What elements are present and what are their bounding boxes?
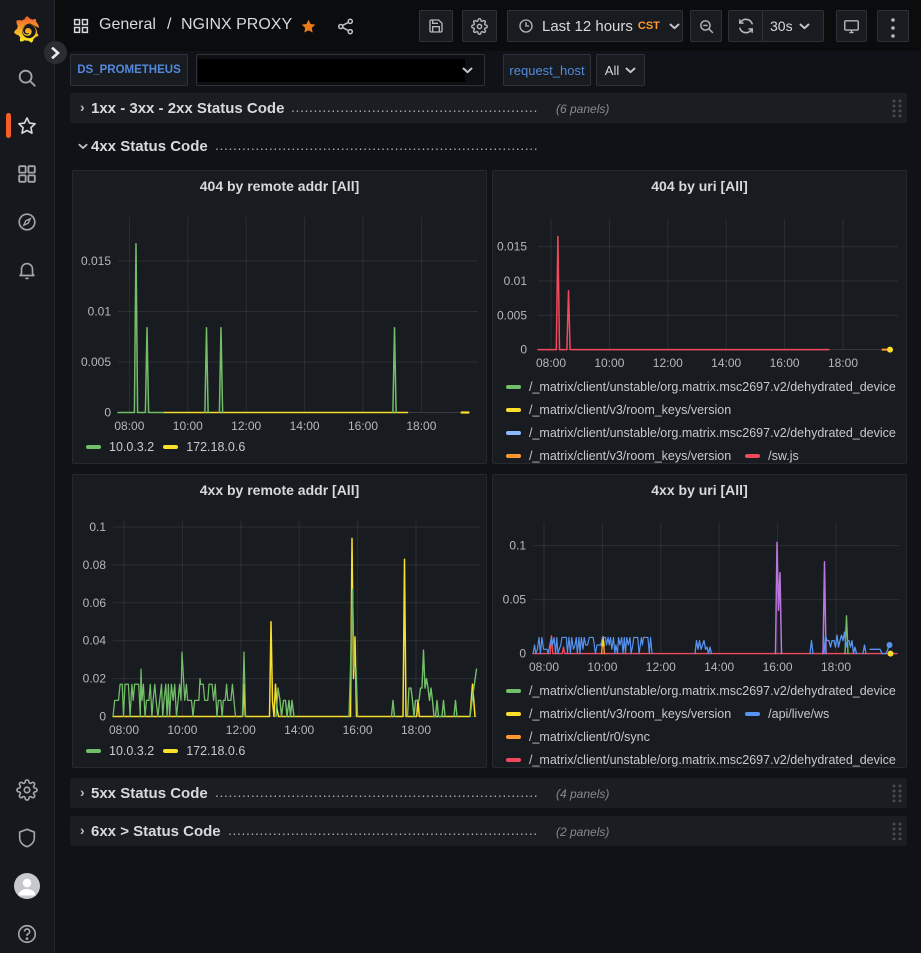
svg-text:0.06: 0.06 xyxy=(83,596,107,610)
svg-text:16:00: 16:00 xyxy=(343,723,373,737)
svg-text:10:00: 10:00 xyxy=(167,723,197,737)
svg-text:0: 0 xyxy=(520,343,527,357)
svg-text:16:00: 16:00 xyxy=(770,356,800,370)
svg-text:0: 0 xyxy=(519,647,526,661)
svg-text:14:00: 14:00 xyxy=(711,356,741,370)
svg-text:0.1: 0.1 xyxy=(89,520,106,534)
svg-text:0.015: 0.015 xyxy=(497,240,527,254)
svg-text:0.01: 0.01 xyxy=(504,274,528,288)
svg-text:18:00: 18:00 xyxy=(828,356,858,370)
svg-text:0.08: 0.08 xyxy=(83,558,107,572)
svg-text:0.005: 0.005 xyxy=(81,355,111,369)
svg-text:0.01: 0.01 xyxy=(88,305,112,319)
svg-text:0.02: 0.02 xyxy=(83,672,107,686)
svg-text:10:00: 10:00 xyxy=(587,660,617,674)
svg-text:10:00: 10:00 xyxy=(173,419,203,433)
svg-text:12:00: 12:00 xyxy=(226,723,256,737)
svg-text:14:00: 14:00 xyxy=(704,660,734,674)
svg-text:12:00: 12:00 xyxy=(231,419,261,433)
svg-text:0.04: 0.04 xyxy=(83,634,107,648)
svg-text:0.015: 0.015 xyxy=(81,254,111,268)
svg-text:0.05: 0.05 xyxy=(503,593,527,607)
svg-text:0.005: 0.005 xyxy=(497,308,527,322)
svg-text:0: 0 xyxy=(99,710,106,724)
svg-text:08:00: 08:00 xyxy=(114,419,144,433)
svg-text:08:00: 08:00 xyxy=(109,723,139,737)
svg-text:18:00: 18:00 xyxy=(821,660,851,674)
svg-text:18:00: 18:00 xyxy=(401,723,431,737)
svg-text:16:00: 16:00 xyxy=(763,660,793,674)
svg-text:14:00: 14:00 xyxy=(290,419,320,433)
svg-text:16:00: 16:00 xyxy=(348,419,378,433)
svg-text:0: 0 xyxy=(104,406,111,420)
svg-text:08:00: 08:00 xyxy=(536,356,566,370)
svg-text:12:00: 12:00 xyxy=(646,660,676,674)
svg-text:0.1: 0.1 xyxy=(509,539,526,553)
svg-text:18:00: 18:00 xyxy=(406,419,436,433)
svg-text:10:00: 10:00 xyxy=(594,356,624,370)
svg-text:08:00: 08:00 xyxy=(529,660,559,674)
svg-text:12:00: 12:00 xyxy=(653,356,683,370)
svg-text:14:00: 14:00 xyxy=(284,723,314,737)
